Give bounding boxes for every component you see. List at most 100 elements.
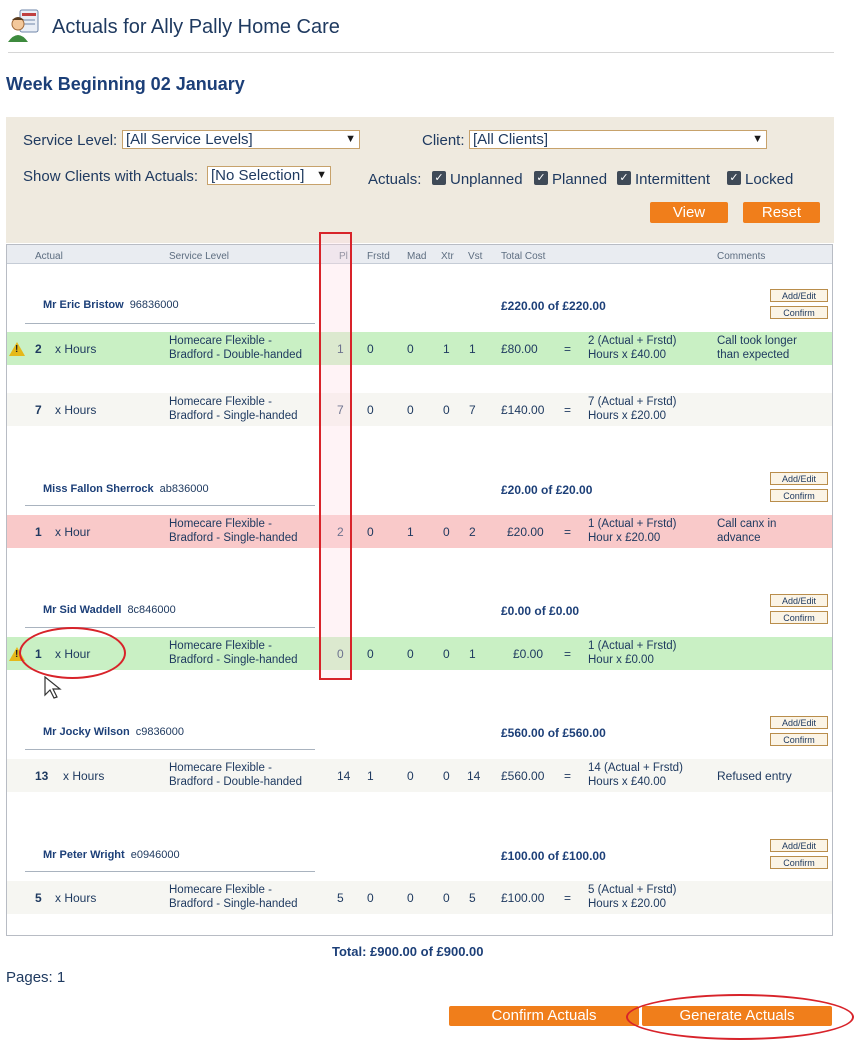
locked-label: Locked (745, 171, 794, 188)
xtr-cell: 1 (443, 342, 450, 356)
pagination: Pages: 1 (6, 969, 66, 986)
client-total: £560.00 of £560.00 (501, 726, 606, 740)
xtr-cell: 0 (443, 769, 450, 783)
show-clients-select[interactable]: [No Selection] ▼ (207, 166, 331, 185)
planned-checkbox[interactable]: ✓ (534, 171, 548, 185)
actual-qty: 5 (35, 891, 42, 905)
client-id: 96836000 (129, 299, 179, 311)
service-level-select[interactable]: [All Service Levels] ▼ (122, 130, 360, 149)
frstd-cell: 0 (367, 891, 374, 905)
confirm-button[interactable]: Confirm (770, 733, 828, 746)
xtr-cell: 0 (443, 891, 450, 905)
comment-cell: Refused entry (717, 769, 792, 783)
frstd-cell: 1 (367, 769, 374, 783)
service-level-value: [All Service Levels] (126, 131, 253, 148)
pl-column-highlight (319, 232, 352, 680)
column-header-total-cost: Total Cost (501, 251, 546, 262)
actuals-table: Actual Service Level Pl Frstd Mad Xtr Vs… (6, 244, 833, 936)
service-level-cell: Homecare Flexible - Bradford - Double-han… (169, 335, 302, 361)
chevron-down-icon: ▼ (345, 133, 356, 145)
mouse-cursor-icon (44, 675, 62, 705)
service-level-cell: Homecare Flexible - Bradford - Single-han… (169, 884, 298, 910)
page-title: Actuals for Ally Pally Home Care (52, 16, 340, 38)
cost-cell: £560.00 (501, 769, 545, 783)
view-button[interactable]: View (650, 202, 728, 223)
filter-panel: Service Level: [All Service Levels] ▼ Cl… (6, 117, 834, 243)
confirm-button[interactable]: Confirm (770, 611, 828, 624)
client-total: £100.00 of £100.00 (501, 849, 606, 863)
add-edit-button[interactable]: Add/Edit (770, 839, 828, 852)
pl-cell: 14 (337, 769, 351, 783)
column-header-actual: Actual (35, 251, 63, 262)
unplanned-label: Unplanned (450, 171, 523, 188)
confirm-actuals-button[interactable]: Confirm Actuals (449, 1006, 639, 1026)
service-level-cell: Homecare Flexible - Bradford - Double-han… (169, 762, 302, 788)
client-id: c9836000 (135, 726, 185, 738)
cost-cell: £0.00 (513, 647, 544, 661)
column-header-frstd: Frstd (367, 251, 390, 262)
mad-cell: 0 (407, 342, 414, 356)
table-row[interactable]: 1 x Hour Homecare Flexible - Bradford - S… (7, 515, 832, 548)
mad-cell: 1 (407, 525, 414, 539)
calculation-cell: 1 (Actual + Frstd) Hour x £0.00 (588, 640, 677, 666)
comment-cell: Call took longer than expected (717, 335, 797, 361)
add-edit-button[interactable]: Add/Edit (770, 716, 828, 729)
actual-unit: x Hours (55, 891, 97, 905)
planned-label: Planned (552, 171, 608, 188)
xtr-cell: 0 (443, 525, 450, 539)
confirm-button[interactable]: Confirm (770, 306, 828, 319)
show-clients-value: [No Selection] (211, 167, 305, 184)
actual-unit: x Hours (55, 403, 97, 417)
frstd-cell: 0 (367, 403, 374, 417)
actual-unit: x Hours (55, 342, 97, 356)
add-edit-button[interactable]: Add/Edit (770, 472, 828, 485)
xtr-cell: 0 (443, 403, 450, 417)
add-edit-button[interactable]: Add/Edit (770, 289, 828, 302)
add-edit-button[interactable]: Add/Edit (770, 594, 828, 607)
calculation-cell: 2 (Actual + Frstd) Hours x £40.00 (588, 335, 677, 361)
client-name: Miss Fallon Sherrock ab836000 (43, 483, 209, 495)
mad-cell: 0 (407, 403, 414, 417)
equals-sign: = (564, 525, 572, 539)
calculation-cell: 1 (Actual + Frstd) Hour x £20.00 (588, 518, 677, 544)
actual-qty: 13 (35, 769, 49, 783)
table-row[interactable]: ! 2 x Hours Homecare Flexible - Bradford … (7, 332, 832, 365)
vst-cell: 7 (469, 403, 476, 417)
pl-cell: 5 (337, 891, 344, 905)
client-name: Mr Jocky Wilson c9836000 (43, 726, 185, 738)
intermittent-checkbox[interactable]: ✓ (617, 171, 631, 185)
client-total: £220.00 of £220.00 (501, 299, 606, 313)
client-value: [All Clients] (473, 131, 549, 148)
table-row[interactable]: 7 x Hours Homecare Flexible - Bradford - … (7, 393, 832, 426)
actual-qty: 1 (35, 525, 42, 539)
client-divider (25, 505, 315, 506)
unplanned-checkbox[interactable]: ✓ (432, 171, 446, 185)
mad-cell: 0 (407, 647, 414, 661)
actual-unit: x Hours (63, 769, 105, 783)
confirm-button[interactable]: Confirm (770, 489, 828, 502)
client-id: e0946000 (130, 849, 180, 861)
actual-qty: 7 (35, 403, 42, 417)
week-heading: Week Beginning 02 January (6, 74, 245, 94)
chevron-down-icon: ▼ (316, 169, 327, 181)
actuals-filter-label: Actuals: (368, 171, 422, 188)
table-row[interactable]: 13 x Hours Homecare Flexible - Bradford -… (7, 759, 832, 792)
vst-cell: 5 (469, 891, 476, 905)
service-level-label: Service Level: (23, 132, 118, 149)
service-level-cell: Homecare Flexible - Bradford - Single-han… (169, 396, 298, 422)
intermittent-label: Intermittent (635, 171, 711, 188)
reset-button[interactable]: Reset (743, 202, 820, 223)
locked-checkbox[interactable]: ✓ (727, 171, 741, 185)
client-divider (25, 871, 315, 872)
table-row[interactable]: 5 x Hours Homecare Flexible - Bradford - … (7, 881, 832, 914)
client-select[interactable]: [All Clients] ▼ (469, 130, 767, 149)
column-header-xtr: Xtr (441, 251, 454, 262)
column-header-comments: Comments (717, 251, 766, 262)
cost-cell: £100.00 (501, 891, 545, 905)
service-level-cell: Homecare Flexible - Bradford - Single-han… (169, 640, 298, 666)
care-worker-icon (6, 8, 42, 44)
service-level-cell: Homecare Flexible - Bradford - Single-han… (169, 518, 298, 544)
table-row[interactable]: ! 1 x Hour Homecare Flexible - Bradford -… (7, 637, 832, 670)
confirm-button[interactable]: Confirm (770, 856, 828, 869)
column-header-vst: Vst (468, 251, 483, 262)
